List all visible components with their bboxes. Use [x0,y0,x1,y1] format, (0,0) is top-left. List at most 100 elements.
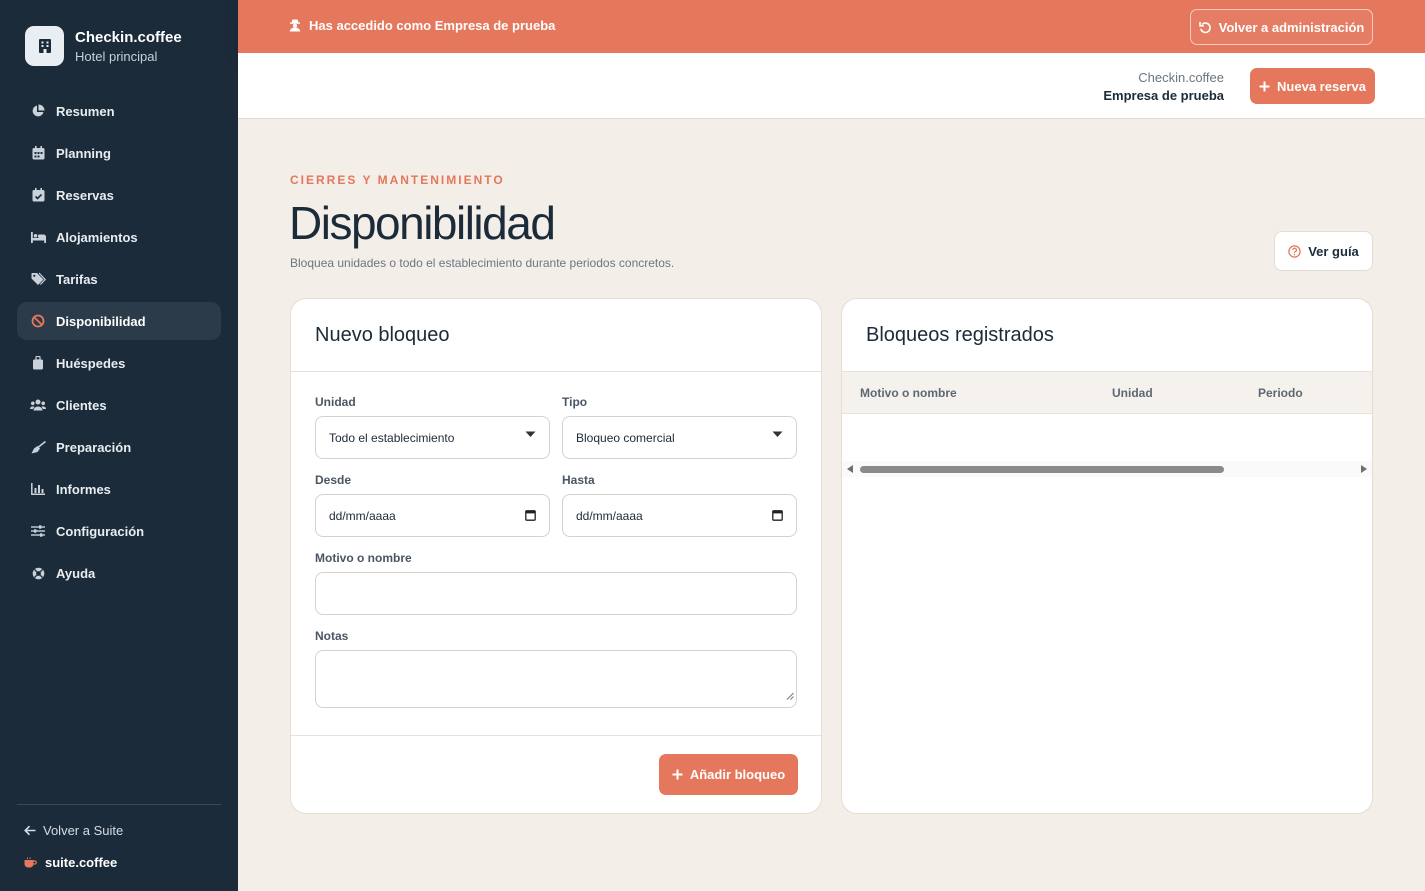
view-guide-label: Ver guía [1308,243,1359,259]
calendar-icon[interactable] [772,509,783,521]
sidebar-item-preparacion[interactable]: Preparación [17,428,221,466]
sidebar-item-label: Preparación [56,439,132,455]
sidebar: Checkin.coffee Hotel principal Resumen P… [0,0,238,891]
to-label: Hasta [562,473,595,487]
calendar-grid-icon [30,145,46,161]
header-account: Checkin.coffee Empresa de prueba [1103,69,1224,105]
sidebar-item-huespedes[interactable]: Huéspedes [17,344,221,382]
sidebar-item-disponibilidad[interactable]: Disponibilidad [17,302,221,340]
sidebar-divider [17,804,221,805]
sidebar-item-ayuda[interactable]: Ayuda [17,554,221,592]
horizontal-scrollbar[interactable] [842,461,1372,477]
sidebar-item-label: Resumen [56,103,115,119]
brand[interactable]: Checkin.coffee Hotel principal [25,26,182,66]
chevron-down-icon [772,431,783,438]
plus-icon [672,769,683,780]
from-date-value: dd/mm/aaaa [329,508,396,523]
add-block-label: Añadir bloqueo [689,767,786,782]
sidebar-item-label: Reservas [56,187,114,203]
table-header: Motivo o nombre Unidad Periodo [842,372,1372,414]
column-header-unit[interactable]: Unidad [1112,386,1153,400]
help-circle-icon [1288,244,1301,258]
sidebar-item-label: Planning [56,145,111,161]
lifebuoy-icon [30,565,46,581]
from-date-input[interactable]: dd/mm/aaaa [315,494,550,537]
sidebar-item-label: Configuración [56,523,145,539]
sidebar-item-configuracion[interactable]: Configuración [17,512,221,550]
bed-icon [30,229,46,245]
column-header-reason[interactable]: Motivo o nombre [860,386,957,400]
sidebar-item-label: Informes [56,481,111,497]
view-guide-button[interactable]: Ver guía [1274,231,1373,271]
page-eyebrow: CIERRES Y MANTENIMIENTO [290,173,505,187]
sidebar-item-label: Huéspedes [56,355,126,371]
sidebar-item-clientes[interactable]: Clientes [17,386,221,424]
unit-select-value: Todo el establecimiento [329,430,455,445]
chart-pie-icon [30,103,46,119]
column-header-period[interactable]: Periodo [1258,386,1303,400]
to-date-value: dd/mm/aaaa [576,508,643,523]
sidebar-nav: Resumen Planning Reservas Alojamientos T… [17,92,221,596]
header-app-name: Checkin.coffee [1138,70,1224,85]
sidebar-item-resumen[interactable]: Resumen [17,92,221,130]
bar-chart-icon [30,481,46,497]
scroll-left-icon[interactable] [847,465,853,473]
plus-icon [1259,81,1270,92]
arrow-left-icon [24,825,36,836]
back-to-admin-label: Volver a administración [1218,19,1365,35]
header-company: Empresa de prueba [1103,88,1224,103]
back-to-suite-link[interactable]: Volver a Suite [24,823,123,838]
tags-icon [30,271,46,287]
reason-label: Motivo o nombre [315,551,412,565]
sidebar-item-informes[interactable]: Informes [17,470,221,508]
notes-textarea[interactable] [315,650,797,708]
ban-icon [30,313,46,329]
unit-label: Unidad [315,395,356,409]
sidebar-item-alojamientos[interactable]: Alojamientos [17,218,221,256]
calendar-check-icon [30,187,46,203]
user-secret-icon [289,19,301,32]
sidebar-item-label: Clientes [56,397,107,413]
back-to-admin-button[interactable]: Volver a administración [1190,9,1373,45]
page-title: Disponibilidad [289,197,556,249]
sidebar-item-planning[interactable]: Planning [17,134,221,172]
back-to-suite-label: Volver a Suite [43,823,124,838]
hotel-building-icon [25,26,64,66]
sidebar-item-label: Ayuda [56,565,96,581]
notes-label: Notas [315,629,349,643]
suite-brand-label: suite.coffee [45,855,118,870]
suitcase-icon [30,355,46,371]
chevron-down-icon [525,431,536,438]
sidebar-item-label: Disponibilidad [56,313,146,329]
coffee-cup-icon [24,857,37,868]
page-subtitle: Bloquea unidades o todo el establecimien… [290,256,675,270]
type-label: Tipo [562,395,588,409]
registered-blocks-title: Bloqueos registrados [842,299,1372,372]
resize-handle-icon[interactable] [786,687,794,705]
type-select-value: Bloqueo comercial [576,430,675,445]
to-date-input[interactable]: dd/mm/aaaa [562,494,797,537]
brand-name: Checkin.coffee [75,28,182,46]
sidebar-item-reservas[interactable]: Reservas [17,176,221,214]
reason-input[interactable] [315,572,797,615]
sidebar-item-label: Tarifas [56,271,98,287]
sidebar-item-tarifas[interactable]: Tarifas [17,260,221,298]
scroll-right-icon[interactable] [1361,465,1367,473]
sidebar-item-label: Alojamientos [56,229,138,245]
broom-icon [30,439,46,455]
banner-message: Has accedido como Empresa de prueba [289,18,555,33]
calendar-icon[interactable] [525,509,536,521]
users-icon [30,397,46,413]
unit-select[interactable]: Todo el establecimiento [315,416,550,459]
new-block-card: Nuevo bloqueo Unidad Todo el establecimi… [290,298,822,814]
undo-icon [1198,21,1212,34]
scrollbar-thumb[interactable] [860,466,1224,473]
from-label: Desde [315,473,352,487]
suite-brand[interactable]: suite.coffee [24,855,117,870]
impersonation-banner: Has accedido como Empresa de prueba Volv… [238,0,1425,53]
new-booking-button[interactable]: Nueva reserva [1250,68,1375,104]
brand-subtitle: Hotel principal [75,48,158,64]
top-header: Checkin.coffee Empresa de prueba Nueva r… [238,53,1425,119]
type-select[interactable]: Bloqueo comercial [562,416,797,459]
add-block-button[interactable]: Añadir bloqueo [659,754,798,795]
